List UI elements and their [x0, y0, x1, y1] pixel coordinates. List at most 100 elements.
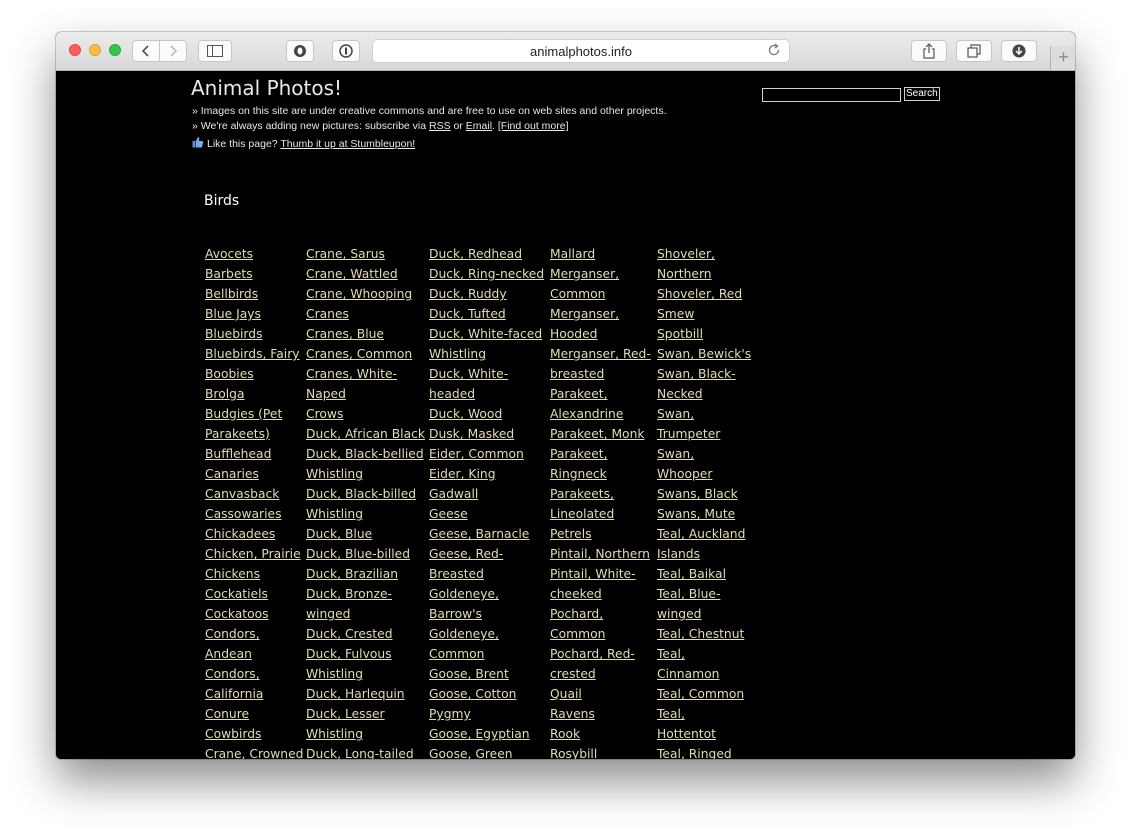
bird-link[interactable]: Whistling [306, 464, 425, 484]
sidebar-toggle-button[interactable] [198, 40, 232, 62]
close-window-button[interactable] [69, 44, 81, 56]
bird-link[interactable]: Cranes, White- [306, 364, 425, 384]
bird-link[interactable]: Whistling [306, 724, 425, 744]
bird-link[interactable]: Eider, Common [429, 444, 544, 464]
bird-link[interactable]: Eider, King [429, 464, 544, 484]
bird-link[interactable]: Hottentot [657, 724, 751, 744]
bird-link[interactable]: winged [306, 604, 425, 624]
bird-link[interactable]: Canaries [205, 464, 303, 484]
bird-link[interactable]: Quail [550, 684, 651, 704]
bird-link[interactable]: Whistling [429, 344, 544, 364]
bird-link[interactable]: Cockatiels [205, 584, 303, 604]
bird-link[interactable]: Bluebirds, Fairy [205, 344, 303, 364]
address-bar[interactable]: animalphotos.info [372, 39, 790, 63]
bird-link[interactable]: Pochard, [550, 604, 651, 624]
bird-link[interactable]: Breasted [429, 564, 544, 584]
bird-link[interactable]: Crows [306, 404, 425, 424]
bird-link[interactable]: Teal, Auckland [657, 524, 751, 544]
bird-link[interactable]: Dusk, Masked [429, 424, 544, 444]
bird-link[interactable]: Northern [657, 264, 751, 284]
bird-link[interactable]: Duck, Ring-necked [429, 264, 544, 284]
bird-link[interactable]: Smew [657, 304, 751, 324]
bird-link[interactable]: Duck, White- [429, 364, 544, 384]
bird-link[interactable]: Duck, Black-bellied [306, 444, 425, 464]
share-button[interactable] [911, 40, 947, 62]
minimize-window-button[interactable] [89, 44, 101, 56]
bird-link[interactable]: Condors, [205, 624, 303, 644]
bird-link[interactable]: Parakeets) [205, 424, 303, 444]
bird-link[interactable]: Swan, [657, 404, 751, 424]
bird-link[interactable]: Pintail, White- [550, 564, 651, 584]
bird-link[interactable]: Alexandrine [550, 404, 651, 424]
bird-link[interactable]: Parakeet, [550, 384, 651, 404]
email-link[interactable]: Email [466, 120, 492, 132]
bird-link[interactable]: Swans, Mute [657, 504, 751, 524]
bird-link[interactable]: Goose, Brent [429, 664, 544, 684]
bird-link[interactable]: Merganser, [550, 264, 651, 284]
bird-link[interactable]: Parakeet, Monk [550, 424, 651, 444]
bird-link[interactable]: Crane, Wattled [306, 264, 425, 284]
bird-link[interactable]: Geese [429, 504, 544, 524]
bird-link[interactable]: Whooper [657, 464, 751, 484]
new-tab-button[interactable]: + [1050, 46, 1075, 70]
bird-link[interactable]: Common [550, 284, 651, 304]
bird-link[interactable]: Goldeneye, [429, 624, 544, 644]
bird-link[interactable]: Geese, Red- [429, 544, 544, 564]
bird-link[interactable]: Chickadees [205, 524, 303, 544]
bird-link[interactable]: Brolga [205, 384, 303, 404]
bird-link[interactable]: Rosybill [550, 744, 651, 759]
bird-link[interactable]: Shoveler, Red [657, 284, 751, 304]
bird-link[interactable]: Duck, Blue-billed [306, 544, 425, 564]
bird-link[interactable]: Cranes [306, 304, 425, 324]
bird-link[interactable]: Swan, Black- [657, 364, 751, 384]
bird-link[interactable]: Merganser, Red- [550, 344, 651, 364]
bird-link[interactable]: Cockatoos [205, 604, 303, 624]
bird-link[interactable]: Duck, Bronze- [306, 584, 425, 604]
bird-link[interactable]: Duck, Lesser [306, 704, 425, 724]
bird-link[interactable]: cheeked [550, 584, 651, 604]
bird-link[interactable]: Cassowaries [205, 504, 303, 524]
bird-link[interactable]: Budgies (Pet [205, 404, 303, 424]
bird-link[interactable]: Barbets [205, 264, 303, 284]
search-button[interactable]: Search [904, 87, 940, 101]
bird-link[interactable]: Barrow's [429, 604, 544, 624]
bird-link[interactable]: Goose, Green [429, 744, 544, 759]
bird-link[interactable]: Gadwall [429, 484, 544, 504]
bird-link[interactable]: Spotbill [657, 324, 751, 344]
maximize-window-button[interactable] [109, 44, 121, 56]
show-tabs-button[interactable] [956, 40, 992, 62]
bird-link[interactable]: Cowbirds [205, 724, 303, 744]
bird-link[interactable]: Teal, Baikal [657, 564, 751, 584]
bird-link[interactable]: Duck, Ruddy [429, 284, 544, 304]
bird-link[interactable]: Petrels [550, 524, 651, 544]
reload-icon[interactable] [767, 43, 781, 57]
bird-link[interactable]: winged [657, 604, 751, 624]
bird-link[interactable]: Duck, Black-billed [306, 484, 425, 504]
bird-link[interactable]: Teal, Chestnut [657, 624, 751, 644]
bird-link[interactable]: Teal, Ringed [657, 744, 751, 759]
bird-link[interactable]: Necked [657, 384, 751, 404]
bird-link[interactable]: Duck, Long-tailed [306, 744, 425, 759]
forward-button[interactable] [159, 40, 187, 62]
bird-link[interactable]: Cinnamon [657, 664, 751, 684]
downloads-button[interactable] [1001, 40, 1037, 62]
bird-link[interactable]: headed [429, 384, 544, 404]
bird-link[interactable]: Pochard, Red- [550, 644, 651, 664]
bird-link[interactable]: Teal, [657, 644, 751, 664]
bird-link[interactable]: Cranes, Common [306, 344, 425, 364]
bird-link[interactable]: Duck, Wood [429, 404, 544, 424]
bird-link[interactable]: Crane, Whooping [306, 284, 425, 304]
rss-link[interactable]: RSS [429, 120, 451, 132]
bird-link[interactable]: crested [550, 664, 651, 684]
bird-link[interactable]: California [205, 684, 303, 704]
bird-link[interactable]: Parakeets, [550, 484, 651, 504]
bird-link[interactable]: Ravens [550, 704, 651, 724]
bird-link[interactable]: Pintail, Northern [550, 544, 651, 564]
bird-link[interactable]: Cranes, Blue [306, 324, 425, 344]
bird-link[interactable]: Parakeet, [550, 444, 651, 464]
bird-link[interactable]: Duck, Brazilian [306, 564, 425, 584]
bird-link[interactable]: Duck, White-faced [429, 324, 544, 344]
bird-link[interactable]: Chicken, Prairie [205, 544, 303, 564]
bird-link[interactable]: Condors, [205, 664, 303, 684]
bird-link[interactable]: Crane, Sarus [306, 244, 425, 264]
